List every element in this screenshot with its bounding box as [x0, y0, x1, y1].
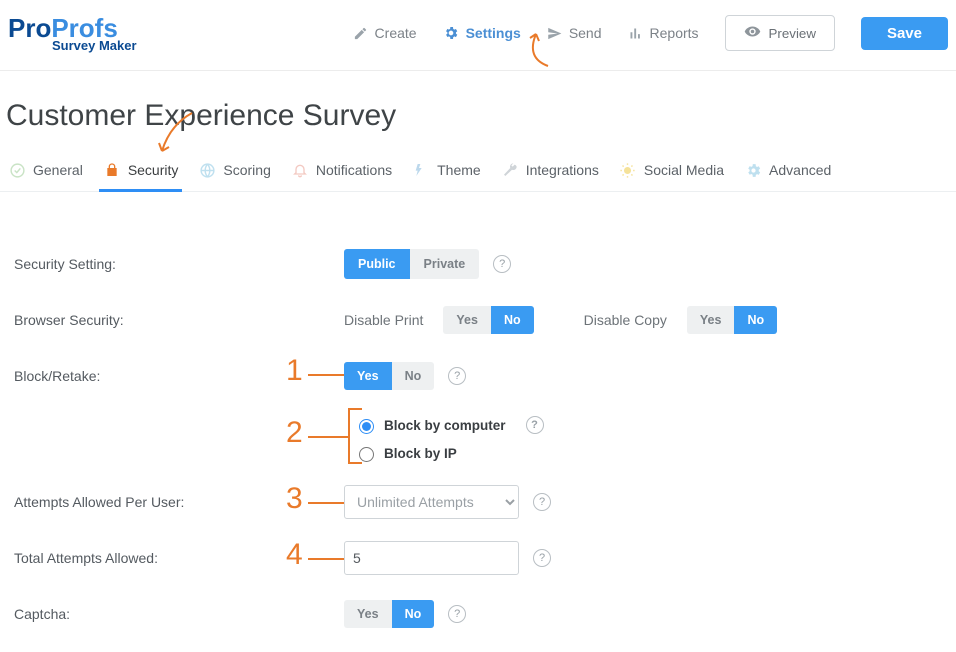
annotation-2: 2: [286, 416, 303, 450]
tab-general[interactable]: General: [6, 151, 85, 191]
help-icon[interactable]: ?: [493, 255, 511, 273]
settings-tabs: General Security Scoring Notifications T…: [0, 151, 956, 192]
tab-theme[interactable]: Theme: [410, 151, 483, 191]
tab-social[interactable]: Social Media: [617, 151, 726, 191]
logo-subtitle: Survey Maker: [52, 39, 137, 52]
annotation-3: 3: [286, 482, 303, 516]
disable-print-toggle: Yes No: [443, 306, 533, 334]
cog-icon: [744, 161, 762, 179]
tab-security[interactable]: Security: [101, 151, 181, 191]
gear-icon: [443, 25, 459, 41]
block-method-group: Block by computer ? Block by IP: [344, 410, 554, 468]
tab-theme-label: Theme: [437, 162, 481, 178]
nav-settings[interactable]: Settings: [443, 25, 521, 41]
eye-icon: [744, 23, 761, 43]
bar-chart-icon: [628, 26, 643, 41]
captcha-label: Captcha:: [14, 606, 344, 622]
total-attempts-input[interactable]: [344, 541, 519, 575]
disable-copy-toggle: Yes No: [687, 306, 777, 334]
attempts-per-user-select[interactable]: Unlimited Attempts: [344, 485, 519, 519]
disable-print-label: Disable Print: [344, 312, 423, 328]
block-retake-yes[interactable]: Yes: [344, 362, 392, 390]
globe-icon: [198, 161, 216, 179]
block-retake-toggle: Yes No: [344, 362, 434, 390]
radio-block-ip[interactable]: Block by IP: [354, 444, 544, 462]
nav-reports-label: Reports: [650, 25, 699, 41]
tab-general-label: General: [33, 162, 83, 178]
logo-part-1: Pro: [8, 13, 51, 43]
security-private-button[interactable]: Private: [410, 249, 480, 279]
security-setting-label: Security Setting:: [14, 256, 344, 272]
help-icon[interactable]: ?: [533, 493, 551, 511]
annotation-1: 1: [286, 354, 303, 388]
nav-reports[interactable]: Reports: [628, 25, 699, 41]
tab-notifications-label: Notifications: [316, 162, 392, 178]
nav-send[interactable]: Send: [547, 25, 602, 41]
annotation-2-line: [308, 436, 348, 438]
tab-scoring[interactable]: Scoring: [196, 151, 272, 191]
security-public-button[interactable]: Public: [344, 249, 410, 279]
pencil-icon: [353, 26, 368, 41]
top-nav: Create Settings Send Reports Preview: [353, 15, 948, 51]
browser-security-label: Browser Security:: [14, 312, 344, 328]
annotation-1-line: [308, 374, 344, 376]
row-browser-security: Browser Security: Disable Print Yes No D…: [14, 292, 950, 348]
disable-print-no[interactable]: No: [491, 306, 534, 334]
nav-settings-label: Settings: [466, 25, 521, 41]
radio-block-computer[interactable]: Block by computer ?: [354, 416, 544, 434]
header-divider: [0, 70, 956, 71]
logo[interactable]: ProProfs Survey Maker: [8, 15, 137, 52]
disable-copy-yes[interactable]: Yes: [687, 306, 735, 334]
theme-icon: [412, 161, 430, 179]
tab-advanced[interactable]: Advanced: [742, 151, 833, 191]
nav-create-label: Create: [375, 25, 417, 41]
row-security-setting: Security Setting: Public Private ?: [14, 236, 950, 292]
annotation-4-line: [308, 558, 344, 560]
tab-security-label: Security: [128, 162, 179, 178]
preview-label: Preview: [769, 26, 816, 41]
captcha-toggle: Yes No: [344, 600, 434, 628]
help-icon[interactable]: ?: [448, 605, 466, 623]
help-icon[interactable]: ?: [448, 367, 466, 385]
help-icon[interactable]: ?: [533, 549, 551, 567]
logo-text: ProProfs: [8, 15, 137, 41]
nav-send-label: Send: [569, 25, 602, 41]
tab-integrations[interactable]: Integrations: [499, 151, 601, 191]
disable-copy-no[interactable]: No: [734, 306, 777, 334]
annotation-3-line: [308, 502, 344, 504]
security-form: Security Setting: Public Private ? Brows…: [0, 192, 956, 652]
disable-copy-label: Disable Copy: [584, 312, 667, 328]
row-block-retake: Block/Retake: Yes No ? 1: [14, 348, 950, 404]
row-captcha: Captcha: Yes No ?: [14, 586, 950, 642]
row-attempts-per-user: Attempts Allowed Per User: Unlimited Att…: [14, 474, 950, 530]
disable-print-yes[interactable]: Yes: [443, 306, 491, 334]
tab-notifications[interactable]: Notifications: [289, 151, 394, 191]
sun-icon: [619, 161, 637, 179]
nav-create[interactable]: Create: [353, 25, 417, 41]
wrench-icon: [501, 161, 519, 179]
row-total-attempts: Total Attempts Allowed: ? 4: [14, 530, 950, 586]
annotation-4: 4: [286, 538, 303, 572]
annotation-2-bracket: [348, 408, 362, 464]
tab-scoring-label: Scoring: [223, 162, 270, 178]
help-icon[interactable]: ?: [526, 416, 544, 434]
lock-icon: [103, 161, 121, 179]
bell-icon: [291, 161, 309, 179]
row-block-options: Block by computer ? Block by IP 2: [14, 404, 950, 474]
top-bar: ProProfs Survey Maker Create Settings Se…: [0, 0, 956, 60]
paper-plane-icon: [547, 26, 562, 41]
tab-integrations-label: Integrations: [526, 162, 599, 178]
page-title: Customer Experience Survey: [6, 99, 956, 133]
save-button[interactable]: Save: [861, 17, 948, 50]
radio-block-computer-label: Block by computer: [384, 418, 506, 433]
block-retake-no[interactable]: No: [392, 362, 435, 390]
check-circle-icon: [8, 161, 26, 179]
captcha-no[interactable]: No: [392, 600, 435, 628]
security-setting-toggle: Public Private: [344, 249, 479, 279]
tab-advanced-label: Advanced: [769, 162, 831, 178]
captcha-yes[interactable]: Yes: [344, 600, 392, 628]
preview-button[interactable]: Preview: [725, 15, 835, 51]
tab-social-label: Social Media: [644, 162, 724, 178]
radio-block-ip-label: Block by IP: [384, 446, 457, 461]
